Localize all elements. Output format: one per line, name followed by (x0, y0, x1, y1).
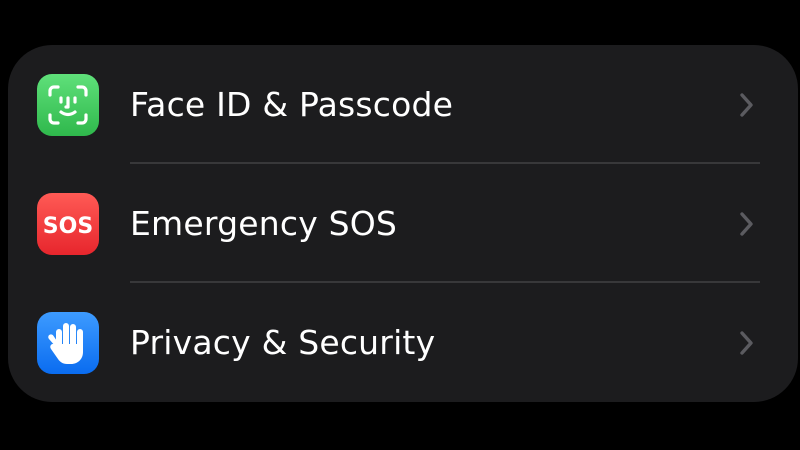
chevron-right-icon (736, 91, 756, 119)
settings-row-label: Emergency SOS (130, 204, 398, 243)
settings-row-label: Privacy & Security (130, 323, 436, 362)
settings-row-label: Face ID & Passcode (130, 85, 454, 124)
settings-row-emergency-sos[interactable]: SOS Emergency SOS (8, 164, 798, 283)
sos-icon-text: SOS (43, 214, 93, 239)
chevron-right-icon (736, 329, 756, 357)
settings-row-privacy-security[interactable]: Privacy & Security (8, 283, 798, 402)
hand-raised-icon (37, 312, 99, 374)
face-id-icon (37, 74, 99, 136)
settings-row-face-id-passcode[interactable]: Face ID & Passcode (8, 45, 798, 164)
settings-group: Face ID & Passcode SOS Emergency SOS Pri… (8, 45, 798, 402)
chevron-right-icon (736, 210, 756, 238)
sos-icon: SOS (37, 193, 99, 255)
